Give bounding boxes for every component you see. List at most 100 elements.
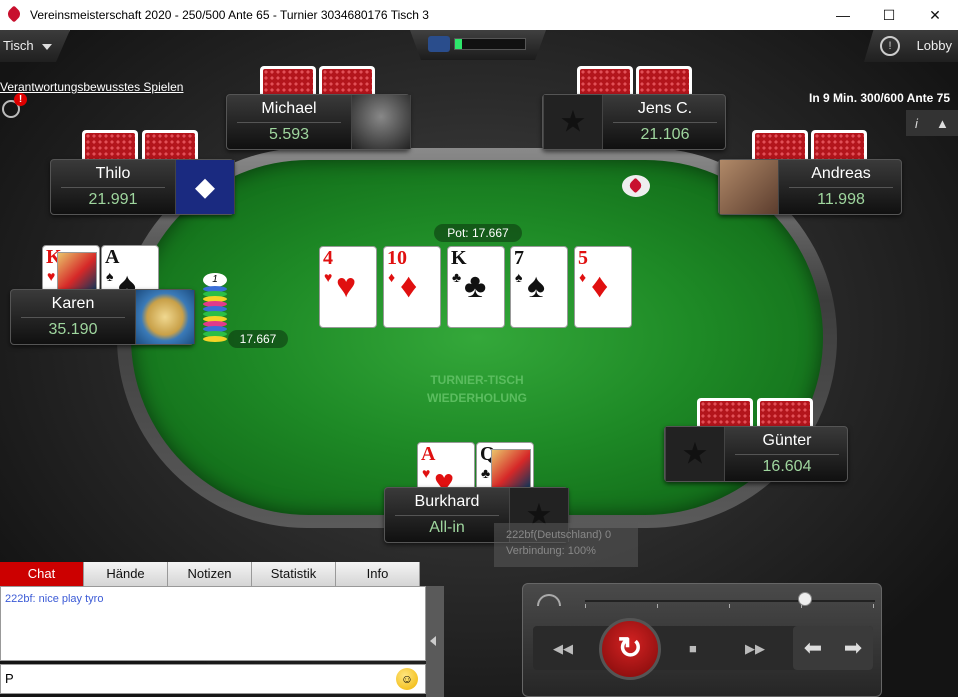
player-tooltip: 222bf(Deutschland) 0 Verbindung: 100% <box>494 523 638 567</box>
window-controls: — ☐ ✕ <box>820 0 958 30</box>
chat-input[interactable]: P <box>0 664 426 694</box>
board-card: 10 ♦ ♦ <box>383 246 441 328</box>
tooltip-line2: Verbindung: 100% <box>506 545 596 557</box>
divider <box>395 515 499 516</box>
avatar: ★ <box>543 95 603 149</box>
seat-guenter[interactable]: ★ Günter 16.604 <box>664 426 848 482</box>
stop-button[interactable]: ■ <box>689 641 697 656</box>
divider <box>61 187 165 188</box>
chat-message: 222bf: nice play tyro <box>5 593 104 605</box>
heart-suit-icon: ♥ <box>47 268 56 284</box>
suit-pip-icon: ♦ <box>400 267 418 305</box>
chip-stack-icon: 1 <box>203 273 227 350</box>
tab-hands[interactable]: Hände <box>84 562 168 586</box>
chevron-down-icon <box>41 43 52 50</box>
chat-log[interactable]: 222bf: nice play tyro <box>0 586 426 661</box>
previous-arrow-icon[interactable]: ⬅ <box>804 635 822 661</box>
suit-icon: ♦ <box>388 269 396 285</box>
restart-button[interactable]: ↻ <box>599 618 661 680</box>
poker-table-stage: Tisch ! Lobby Verantwortungsbewusstes Sp… <box>0 30 958 697</box>
seat-karen[interactable]: Karen 35.190 <box>10 289 195 345</box>
chip-tank-icon <box>428 36 450 52</box>
board-card: K ♣ ♣ <box>447 246 505 328</box>
timebank-meter <box>454 38 526 50</box>
clock-icon[interactable]: ! <box>880 36 900 56</box>
avatar <box>719 160 779 214</box>
blind-level-info: In 9 Min. 300/600 Ante 75 <box>809 91 950 105</box>
avatar: ★ <box>665 427 725 481</box>
suit-icon: ♥ <box>324 269 333 285</box>
divider <box>613 122 717 123</box>
next-arrow-icon[interactable]: ➡ <box>844 635 862 661</box>
star-placeholder-icon: ★ <box>559 105 587 139</box>
star-placeholder-icon: ★ <box>681 437 709 471</box>
player-name: Karen <box>51 295 95 312</box>
info-button[interactable]: i ▲ <box>906 110 958 136</box>
suit-pip-icon: ♥ <box>336 267 357 305</box>
diamond-logo-icon: ◆ <box>195 171 215 202</box>
slider-tick <box>657 604 658 608</box>
close-button[interactable]: ✕ <box>912 0 958 30</box>
suit-icon: ♦ <box>579 269 587 285</box>
chevron-up-icon: ▲ <box>936 115 949 131</box>
player-stack: 21.991 <box>88 191 138 208</box>
tab-info[interactable]: Info <box>336 562 420 586</box>
seat-jens[interactable]: ★ Jens C. 21.106 <box>542 94 726 150</box>
table-menu-button[interactable]: Tisch <box>3 38 52 53</box>
slider-tick <box>729 604 730 608</box>
player-stack: All-in <box>429 519 465 536</box>
player-name: Thilo <box>95 165 131 182</box>
pot-label: Pot: 17.667 <box>434 224 522 242</box>
speed-slider-track[interactable] <box>585 600 875 602</box>
step-controls: ⬅ ➡ <box>793 626 873 670</box>
lobby-button[interactable]: Lobby <box>917 38 952 53</box>
bet-amount: 17.667 <box>228 330 288 348</box>
tab-notes[interactable]: Notizen <box>168 562 252 586</box>
target-alert-icon[interactable] <box>2 93 27 118</box>
table-menu-label: Tisch <box>3 38 34 53</box>
pokerstars-logo-icon <box>6 7 22 23</box>
player-stack: 11.998 <box>817 191 865 208</box>
felt-text-line1: TURNIER-TISCH <box>430 373 524 387</box>
divider <box>789 187 893 188</box>
chat-scrollbar[interactable] <box>426 586 444 697</box>
board-card: 5 ♦ ♦ <box>574 246 632 328</box>
speed-slider-thumb[interactable] <box>798 592 813 606</box>
divider <box>237 122 341 123</box>
player-stack: 35.190 <box>48 321 98 338</box>
card-rank: 7 <box>514 247 524 269</box>
avatar <box>351 95 411 149</box>
suit-pip-icon: ♣ <box>464 267 487 305</box>
card-rank: 5 <box>578 247 588 269</box>
slider-tick <box>585 604 586 608</box>
replay-controls: ◀◀ ↻ ■ ▶▶ ⬅ ➡ <box>522 583 882 697</box>
tooltip-line1: 222bf(Deutschland) 0 <box>506 529 612 541</box>
player-name: Günter <box>762 432 812 449</box>
player-name: Jens C. <box>637 100 693 117</box>
maximize-button[interactable]: ☐ <box>866 0 912 30</box>
felt-watermark: TURNIER-TISCH WIEDERHOLUNG <box>377 371 577 407</box>
window-title-bar: Vereinsmeisterschaft 2020 - 250/500 Ante… <box>0 0 958 30</box>
avatar <box>135 290 195 344</box>
responsible-gaming-link[interactable]: Verantwortungsbewusstes Spielen <box>0 80 183 94</box>
smiley-icon[interactable]: ☺ <box>396 668 418 690</box>
divider <box>21 317 125 318</box>
tab-chat[interactable]: Chat <box>0 562 84 586</box>
board-card: 4 ♥ ♥ <box>319 246 377 328</box>
card-rank: 4 <box>323 247 333 269</box>
seat-andreas[interactable]: Andreas 11.998 <box>718 159 902 215</box>
spade-suit-icon: ♠ <box>106 268 114 284</box>
chat-tabs: Chat Hände Notizen Statistik Info <box>0 562 420 586</box>
forward-button[interactable]: ▶▶ <box>745 641 765 657</box>
minimize-button[interactable]: — <box>820 0 866 30</box>
felt-text-line2: WIEDERHOLUNG <box>427 391 527 405</box>
player-name: Michael <box>261 100 317 117</box>
player-name: Burkhard <box>414 493 480 510</box>
rewind-button[interactable]: ◀◀ <box>553 641 573 657</box>
suit-pip-icon: ♠ <box>527 267 546 305</box>
tab-stats[interactable]: Statistik <box>252 562 336 586</box>
avatar: ◆ <box>175 160 235 214</box>
speedometer-icon <box>537 594 561 606</box>
seat-thilo[interactable]: Thilo 21.991 ◆ <box>50 159 235 215</box>
seat-michael[interactable]: Michael 5.593 <box>226 94 411 150</box>
